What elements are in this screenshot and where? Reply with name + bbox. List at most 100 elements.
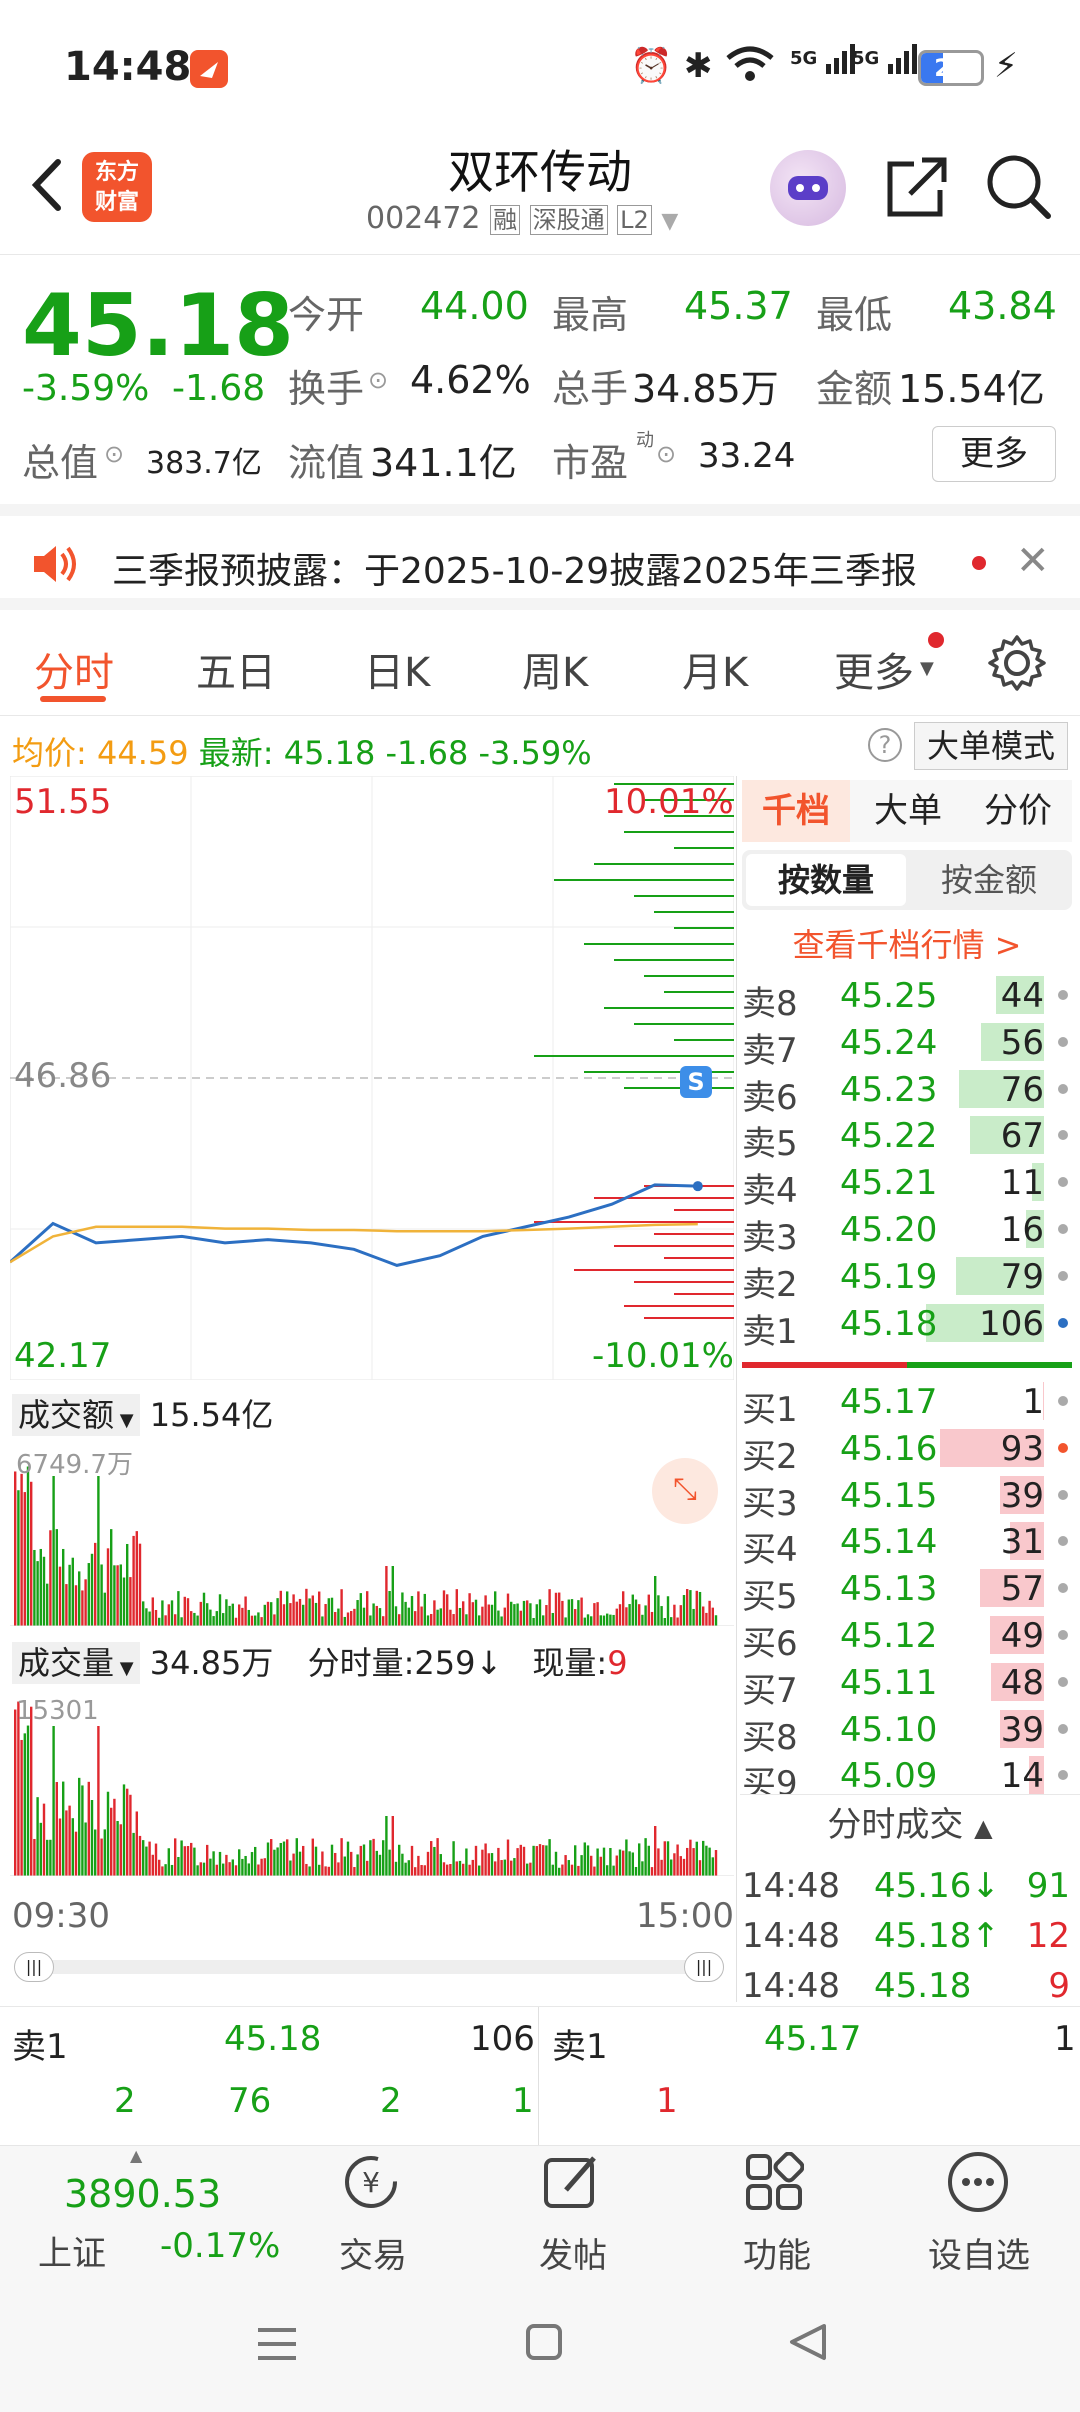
bid-row[interactable]: 买4 45.14 31	[742, 1518, 1072, 1570]
bid-row[interactable]: 买2 45.16 93	[742, 1425, 1072, 1477]
volume-bar	[193, 1612, 196, 1626]
volume-bar	[551, 1864, 554, 1876]
watchlist-icon[interactable]	[946, 2150, 1010, 2218]
depth-link[interactable]: 查看千档行情 >	[742, 920, 1072, 966]
bid-row[interactable]: 买1 45.17 1	[742, 1378, 1072, 1430]
index-pct[interactable]: -0.17%	[160, 2226, 280, 2266]
ask-row[interactable]: 卖2 45.19 79	[742, 1253, 1072, 1305]
volume-bar	[174, 1838, 177, 1876]
tab-month-k[interactable]: 月K	[682, 640, 748, 698]
volume-bar	[711, 1857, 714, 1876]
info-icon[interactable]: ⊙	[368, 366, 388, 394]
ask-row[interactable]: 卖3 45.20 16	[742, 1206, 1072, 1258]
menu-icon[interactable]	[252, 2322, 302, 2370]
index-value[interactable]: 3890.53	[64, 2172, 221, 2216]
volume-bar	[590, 1616, 593, 1626]
volume-bar	[542, 1845, 545, 1876]
volume-bars	[10, 1701, 734, 1876]
volume-bar	[567, 1599, 570, 1626]
ask-row[interactable]: 卖7 45.24 56	[742, 1019, 1072, 1071]
trades-title[interactable]: 分时成交 ▲	[740, 1794, 1080, 1856]
volume-bar	[298, 1598, 302, 1626]
queue-item: 1	[512, 2081, 534, 2121]
back-nav-icon[interactable]	[784, 2320, 834, 2368]
functions-button[interactable]: 功能	[702, 2228, 852, 2277]
tab-five-day[interactable]: 五日	[196, 640, 276, 698]
robot-avatar-icon[interactable]	[770, 150, 846, 226]
notice-bar[interactable]: 三季报预披露：于2025-10-29披露2025年三季报 ✕	[0, 504, 1080, 610]
tab-more[interactable]: 更多	[834, 640, 914, 698]
amount-selector[interactable]: 成交额 ▼	[12, 1394, 140, 1436]
volume-bar	[318, 1864, 321, 1876]
pe-info-icon[interactable]: ⊙	[656, 440, 676, 468]
post-icon[interactable]	[540, 2150, 604, 2218]
ask-row[interactable]: 卖8 45.25 44	[742, 972, 1072, 1024]
back-icon[interactable]	[18, 150, 78, 220]
price-chart[interactable]	[10, 776, 734, 1380]
time-scrollbar[interactable]	[14, 1960, 724, 1974]
bid-row[interactable]: 买3 45.15 39	[742, 1472, 1072, 1524]
volume-bar	[580, 1855, 583, 1876]
volume-bar	[660, 1606, 663, 1626]
tab-depth[interactable]: 千档	[742, 780, 850, 842]
help-icon[interactable]: ?	[868, 728, 902, 762]
tab-intraday[interactable]: 分时	[34, 640, 114, 698]
bid-row[interactable]: 买6 45.12 49	[742, 1612, 1072, 1664]
signal-s-icon[interactable]: S	[680, 1066, 712, 1098]
tab-big-order[interactable]: 大单	[854, 780, 962, 842]
mcap-info-icon[interactable]: ⊙	[104, 440, 124, 468]
volume-bar	[538, 1599, 542, 1626]
bid-row[interactable]: 买8 45.10 39	[742, 1706, 1072, 1758]
ask-row[interactable]: 卖6 45.23 76	[742, 1066, 1072, 1118]
volume-bar	[542, 1615, 545, 1626]
trade-button[interactable]: 交易	[298, 2228, 448, 2277]
add-watchlist-button[interactable]: 设自选	[904, 2228, 1054, 2277]
bid-row[interactable]: 买7 45.11 48	[742, 1659, 1072, 1711]
volume-bar	[612, 1865, 615, 1876]
volume-bar	[577, 1600, 580, 1626]
subtab-quantity[interactable]: 按数量	[746, 854, 906, 906]
bid-row[interactable]: 买5 45.13 57	[742, 1565, 1072, 1617]
index-expand-icon[interactable]: ▲	[130, 2146, 142, 2165]
functions-icon[interactable]	[744, 2151, 805, 2216]
ask-row[interactable]: 卖5 45.22 67	[742, 1112, 1072, 1164]
ask-row[interactable]: 卖4 45.21 11	[742, 1159, 1072, 1211]
post-button[interactable]: 发帖	[498, 2228, 648, 2277]
volume-bar	[436, 1838, 439, 1876]
more-button[interactable]: 更多	[932, 426, 1056, 482]
level-dot	[1058, 1583, 1068, 1594]
trade-price: 45.18	[874, 1966, 972, 2006]
home-icon[interactable]	[522, 2320, 566, 2368]
trade-icon[interactable]: ¥	[336, 2152, 406, 2216]
level-price: 45.10	[840, 1709, 938, 1750]
dropdown-icon[interactable]: ▼	[661, 209, 678, 234]
signal-1-icon: 5G	[790, 42, 858, 76]
tab-price-split[interactable]: 分价	[964, 780, 1072, 842]
search-icon[interactable]	[984, 152, 1054, 226]
big-order-mode-button[interactable]: 大单模式	[914, 722, 1068, 770]
volume-selector[interactable]: 成交量 ▼	[12, 1642, 140, 1684]
volume-bar	[650, 1611, 654, 1626]
share-icon[interactable]	[884, 152, 950, 226]
settings-gear-icon[interactable]	[988, 634, 1046, 696]
volume-bar	[622, 1850, 625, 1876]
ask-row[interactable]: 卖1 45.18 106	[742, 1300, 1072, 1352]
volume-bar	[42, 1803, 46, 1876]
volume-bar	[164, 1864, 167, 1876]
volume-bar	[46, 1583, 49, 1626]
subtab-amount[interactable]: 按金额	[910, 854, 1068, 906]
expand-icon[interactable]: ⤡	[652, 1458, 718, 1524]
tab-week-k[interactable]: 周K	[522, 640, 588, 698]
scroll-handle-right[interactable]: |||	[684, 1952, 724, 1982]
scroll-handle-left[interactable]: |||	[14, 1952, 54, 1982]
bot-pct-label: -10.01%	[592, 1336, 734, 1376]
volume-bar	[452, 1614, 455, 1626]
volume-bar	[420, 1865, 423, 1876]
index-name[interactable]: 上证	[38, 2226, 106, 2275]
queue-buy-price: 45.17	[764, 2019, 862, 2059]
volume-bar	[218, 1851, 222, 1876]
volume-bar	[442, 1590, 446, 1626]
tab-day-k[interactable]: 日K	[364, 640, 430, 698]
close-icon[interactable]: ✕	[1016, 538, 1050, 584]
app-logo[interactable]: 东方 财富	[82, 152, 152, 222]
